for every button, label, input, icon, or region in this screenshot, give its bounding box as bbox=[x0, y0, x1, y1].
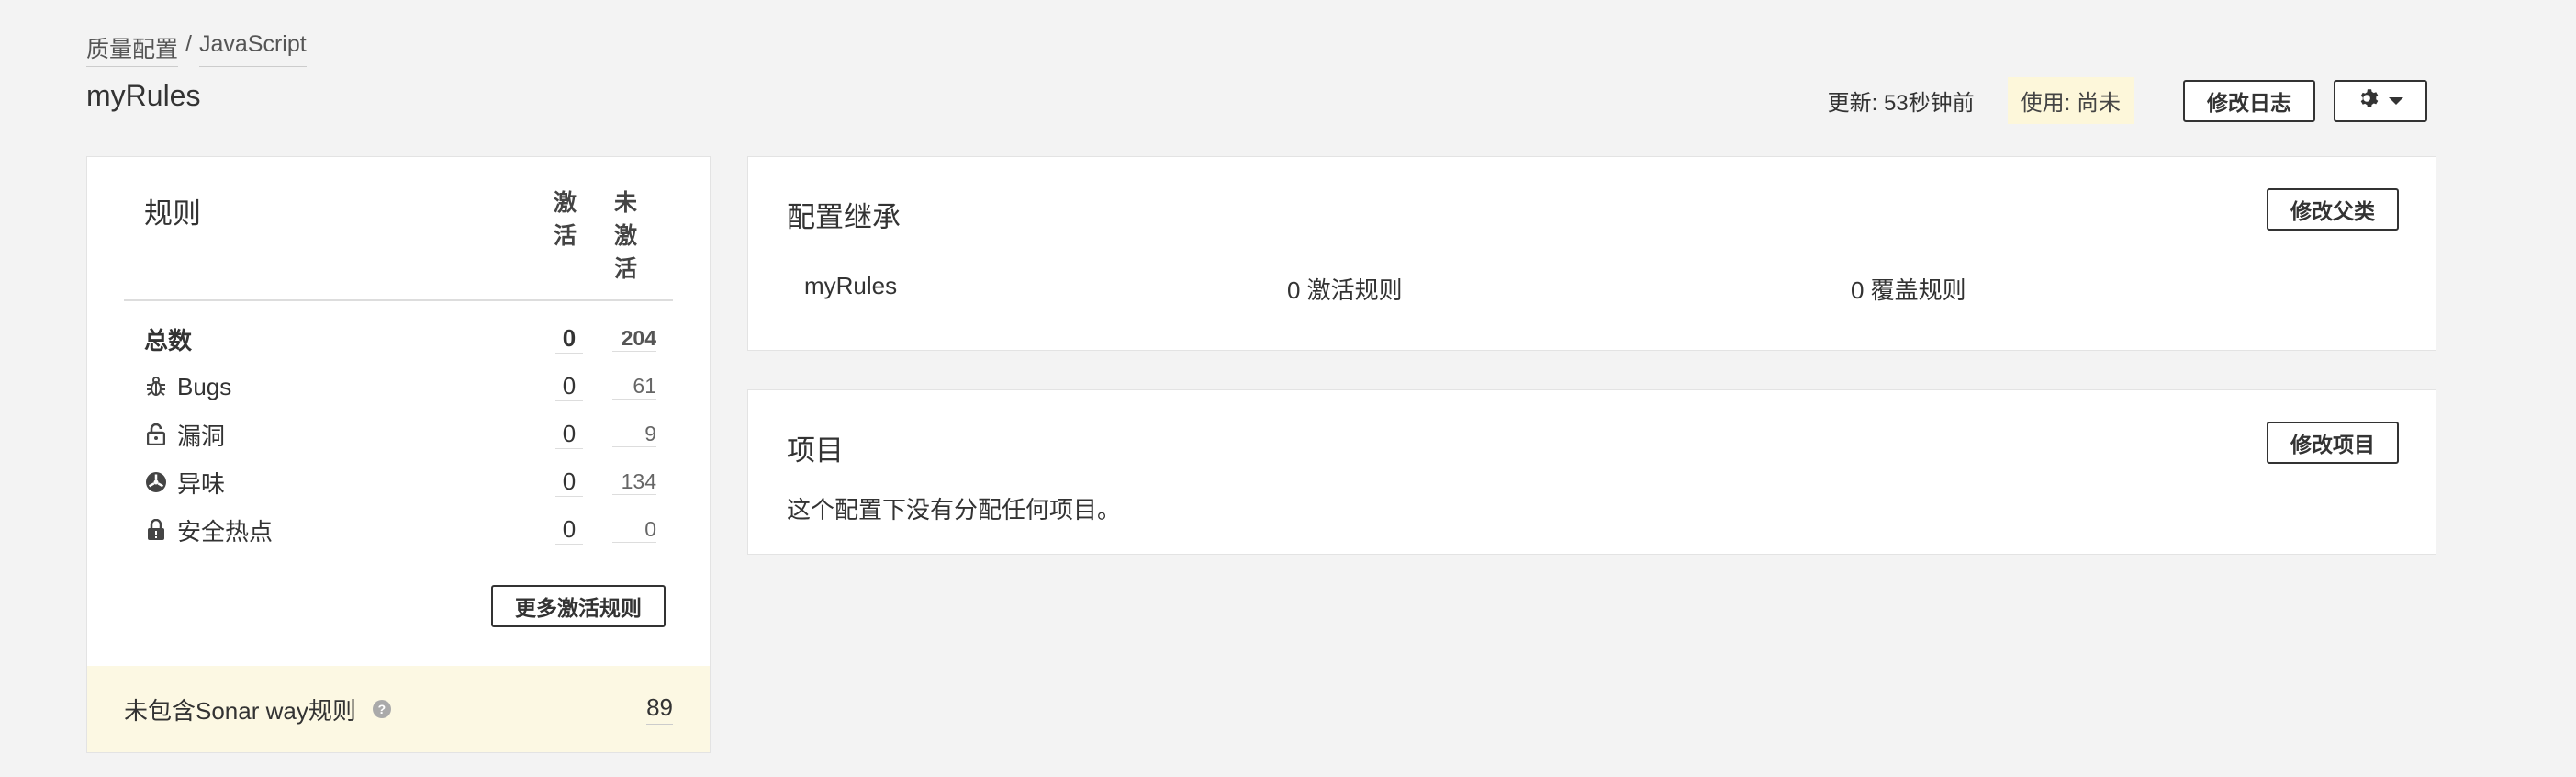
lock-icon bbox=[144, 422, 168, 446]
rule-row-code-smells: 异味 0 134 bbox=[144, 458, 658, 506]
breadcrumb-language-link[interactable]: JavaScript bbox=[198, 31, 307, 67]
change-parent-button[interactable]: 修改父类 bbox=[2267, 188, 2399, 231]
projects-title: 项目 bbox=[787, 434, 844, 467]
security-hotspot-icon bbox=[144, 518, 168, 542]
inactive-count[interactable]: 204 bbox=[612, 326, 656, 352]
usage-badge: 使用: 尚未 bbox=[2007, 77, 2134, 124]
inactive-count[interactable]: 9 bbox=[612, 422, 656, 447]
inheritance-active-rules: 0 激活规则 bbox=[1287, 276, 1403, 304]
inheritance-overridden-rules: 0 覆盖规则 bbox=[1851, 276, 1966, 304]
rule-row-bugs: Bugs 0 61 bbox=[144, 363, 658, 411]
inactive-count[interactable]: 61 bbox=[612, 374, 656, 400]
projects-empty-message: 这个配置下没有分配任何项目。 bbox=[787, 496, 1122, 524]
inactive-count[interactable]: 134 bbox=[612, 469, 656, 495]
rules-title: 规则 bbox=[144, 197, 201, 230]
breadcrumb: 质量配置 / JavaScript bbox=[86, 31, 307, 67]
active-count[interactable]: 0 bbox=[555, 372, 583, 401]
question-icon[interactable]: ? bbox=[372, 700, 391, 718]
inheritance-panel: 配置继承 修改父类 bbox=[747, 156, 2436, 351]
missing-rules-count[interactable]: 89 bbox=[646, 693, 673, 725]
updated-time: 更新: 53秒钟前 bbox=[1827, 91, 1975, 116]
rule-row-security-hotspots: 安全热点 0 0 bbox=[144, 506, 658, 554]
rule-row-label: 异味 bbox=[177, 469, 226, 498]
projects-panel: 项目 修改项目 这个配置下没有分配任何项目。 bbox=[747, 389, 2436, 555]
rule-row-label: 漏洞 bbox=[177, 422, 226, 450]
changelog-button[interactable]: 修改日志 bbox=[2183, 79, 2315, 122]
header-actions: 更新: 53秒钟前 使用: 尚未 修改日志 bbox=[1828, 77, 2427, 124]
code-smell-icon bbox=[144, 470, 168, 494]
inheritance-title: 配置继承 bbox=[787, 201, 901, 233]
inactive-column-header: 未激活 bbox=[614, 190, 638, 282]
divider bbox=[124, 299, 673, 301]
bug-icon bbox=[144, 375, 168, 399]
active-column-header: 激活 bbox=[554, 190, 577, 249]
gear-icon bbox=[2358, 86, 2381, 116]
active-count[interactable]: 0 bbox=[555, 467, 583, 497]
breadcrumb-quality-profiles-link[interactable]: 质量配置 bbox=[86, 31, 179, 67]
rule-row-label: 安全热点 bbox=[177, 517, 274, 546]
missing-rules-notice: 未包含Sonar way规则 ? 89 bbox=[87, 666, 710, 752]
inactive-count[interactable]: 0 bbox=[612, 517, 656, 543]
inheritance-profile-name: myRules bbox=[804, 272, 898, 299]
change-projects-button[interactable]: 修改项目 bbox=[2267, 422, 2399, 464]
settings-dropdown-button[interactable] bbox=[2334, 79, 2427, 122]
active-count[interactable]: 0 bbox=[555, 515, 583, 545]
missing-rules-text: 未包含Sonar way规则 bbox=[124, 696, 356, 725]
quality-profile-page: 质量配置 / JavaScript myRules 更新: 53秒钟前 使用: … bbox=[0, 0, 2576, 777]
chevron-down-icon bbox=[2389, 96, 2403, 105]
activate-more-rules-button[interactable]: 更多激活规则 bbox=[491, 585, 666, 627]
active-count[interactable]: 0 bbox=[555, 324, 583, 354]
rule-row-vulnerabilities: 漏洞 0 9 bbox=[144, 411, 658, 458]
rule-row-label: Bugs bbox=[177, 372, 232, 400]
rules-panel: 规则 激活 未激活 总数 0 204 Bugs 0 61 漏洞 0 9 异味 0… bbox=[86, 156, 711, 753]
breadcrumb-separator: / bbox=[185, 31, 192, 57]
rule-row-total: 总数 0 204 bbox=[144, 315, 658, 363]
page-title: myRules bbox=[86, 79, 201, 112]
active-count[interactable]: 0 bbox=[555, 420, 583, 449]
